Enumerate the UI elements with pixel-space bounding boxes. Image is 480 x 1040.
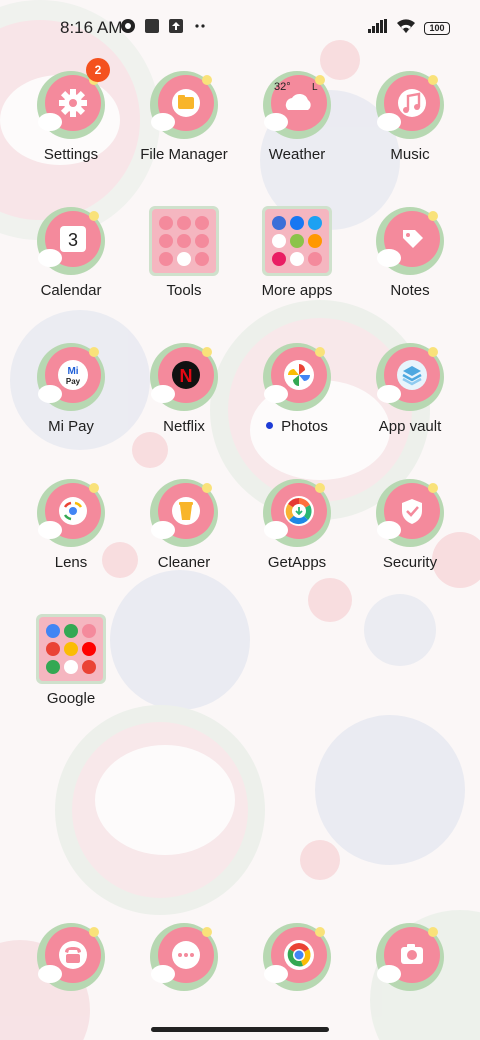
photos-pinwheel-icon	[263, 343, 331, 411]
app-label: Cleaner	[157, 554, 211, 571]
new-install-dot	[266, 421, 274, 429]
app-label: App vault	[378, 418, 442, 435]
square-notification-icon	[144, 18, 160, 39]
app-icon-frame	[149, 478, 219, 548]
app-label: More apps	[261, 282, 333, 299]
app-icon-frame	[375, 342, 445, 412]
app-app-vault[interactable]: App vault	[354, 342, 466, 435]
app-label: Security	[382, 554, 438, 571]
more-dots-icon	[192, 18, 208, 39]
app-label: Tools	[166, 282, 202, 299]
app-settings[interactable]: 2 Settings	[15, 58, 127, 163]
app-icon-frame	[375, 206, 445, 276]
messages-icon	[150, 923, 218, 991]
notification-badge: 2	[86, 58, 110, 82]
chrome-icon	[263, 923, 331, 991]
system-icons: 100	[368, 18, 450, 39]
app-file-manager[interactable]: File Manager	[128, 70, 240, 163]
app-label: Music	[390, 146, 430, 163]
app-mi-pay[interactable]: Mi Pay Mi Pay	[15, 342, 127, 435]
app-icon-frame	[375, 478, 445, 548]
app-cleaner[interactable]: Cleaner	[128, 478, 240, 571]
folder-grid-icon	[36, 614, 106, 684]
netflix-logo-letter: N	[180, 366, 193, 386]
tag-icon	[376, 207, 444, 275]
home-gesture-bar[interactable]	[151, 1027, 329, 1032]
shield-check-icon	[376, 479, 444, 547]
dock-phone[interactable]	[15, 922, 127, 992]
app-lens[interactable]: Lens	[15, 478, 127, 571]
app-icon-frame: 3	[36, 206, 106, 276]
calendar-day: 3	[68, 230, 78, 250]
battery-icon: 100	[424, 22, 450, 35]
app-icon-frame	[375, 922, 445, 992]
app-label: Calendar	[40, 282, 102, 299]
weather-unit: L	[312, 82, 318, 93]
app-label-text: Photos	[281, 418, 328, 435]
folder-grid-icon	[149, 206, 219, 276]
netflix-icon: N	[150, 343, 218, 411]
dock-messages[interactable]	[128, 922, 240, 992]
phone-icon	[37, 923, 105, 991]
app-security[interactable]: Security	[354, 478, 466, 571]
app-label: File Manager	[140, 146, 228, 163]
app-label: Photos	[241, 418, 353, 435]
signal-icon	[368, 19, 388, 38]
app-weather[interactable]: 32° L Weather	[241, 70, 353, 163]
getapps-icon	[263, 479, 331, 547]
app-icon-frame: Mi Pay	[36, 342, 106, 412]
app-label: Netflix	[163, 418, 205, 435]
app-icon-frame: 2	[36, 58, 110, 140]
app-label: Mi Pay	[48, 418, 94, 435]
mi-pay-logo-pay: Pay	[66, 377, 81, 386]
app-icon-frame	[149, 70, 219, 140]
folder-grid-icon	[262, 206, 332, 276]
app-notification-icon	[120, 18, 136, 39]
app-calendar[interactable]: 3 Calendar	[15, 206, 127, 299]
app-icon-frame	[262, 478, 332, 548]
app-icon-frame	[262, 922, 332, 992]
upload-icon	[168, 18, 184, 39]
app-photos[interactable]: Photos	[241, 342, 353, 435]
app-icon-frame	[375, 70, 445, 140]
status-time: 8:16 AM	[60, 18, 123, 37]
app-icon-frame	[36, 922, 106, 992]
weather-temp: 32°	[274, 81, 291, 93]
mi-pay-icon: Mi Pay	[37, 343, 105, 411]
app-icon-frame: N	[149, 342, 219, 412]
app-icon-frame: 32° L	[262, 70, 332, 140]
lens-icon	[37, 479, 105, 547]
dock-chrome[interactable]	[241, 922, 353, 992]
app-icon-frame	[262, 342, 332, 412]
folder-icon	[150, 71, 218, 139]
music-note-icon	[376, 71, 444, 139]
app-notes[interactable]: Notes	[354, 206, 466, 299]
dock-camera[interactable]	[354, 922, 466, 992]
folder-google[interactable]: Google	[15, 614, 127, 707]
app-label: Google	[46, 690, 96, 707]
app-label: Settings	[43, 146, 99, 163]
app-netflix[interactable]: N Netflix	[128, 342, 240, 435]
app-label: GetApps	[267, 554, 327, 571]
app-vault-icon	[376, 343, 444, 411]
status-bar: 8:16 AM 100	[0, 0, 480, 56]
calendar-icon: 3	[37, 207, 105, 275]
app-label: Lens	[54, 554, 88, 571]
mi-pay-logo-mi: Mi	[67, 366, 78, 377]
weather-icon: 32° L	[263, 71, 331, 139]
app-icon-frame	[149, 922, 219, 992]
app-label: Notes	[390, 282, 430, 299]
folder-tools[interactable]: Tools	[128, 206, 240, 299]
folder-more-apps[interactable]: More apps	[241, 206, 353, 299]
trash-can-icon	[150, 479, 218, 547]
app-music[interactable]: Music	[354, 70, 466, 163]
app-label: Weather	[268, 146, 326, 163]
notification-icons	[120, 18, 208, 39]
camera-icon	[376, 923, 444, 991]
wifi-icon	[396, 18, 416, 39]
app-icon-frame	[36, 478, 106, 548]
app-getapps[interactable]: GetApps	[241, 478, 353, 571]
